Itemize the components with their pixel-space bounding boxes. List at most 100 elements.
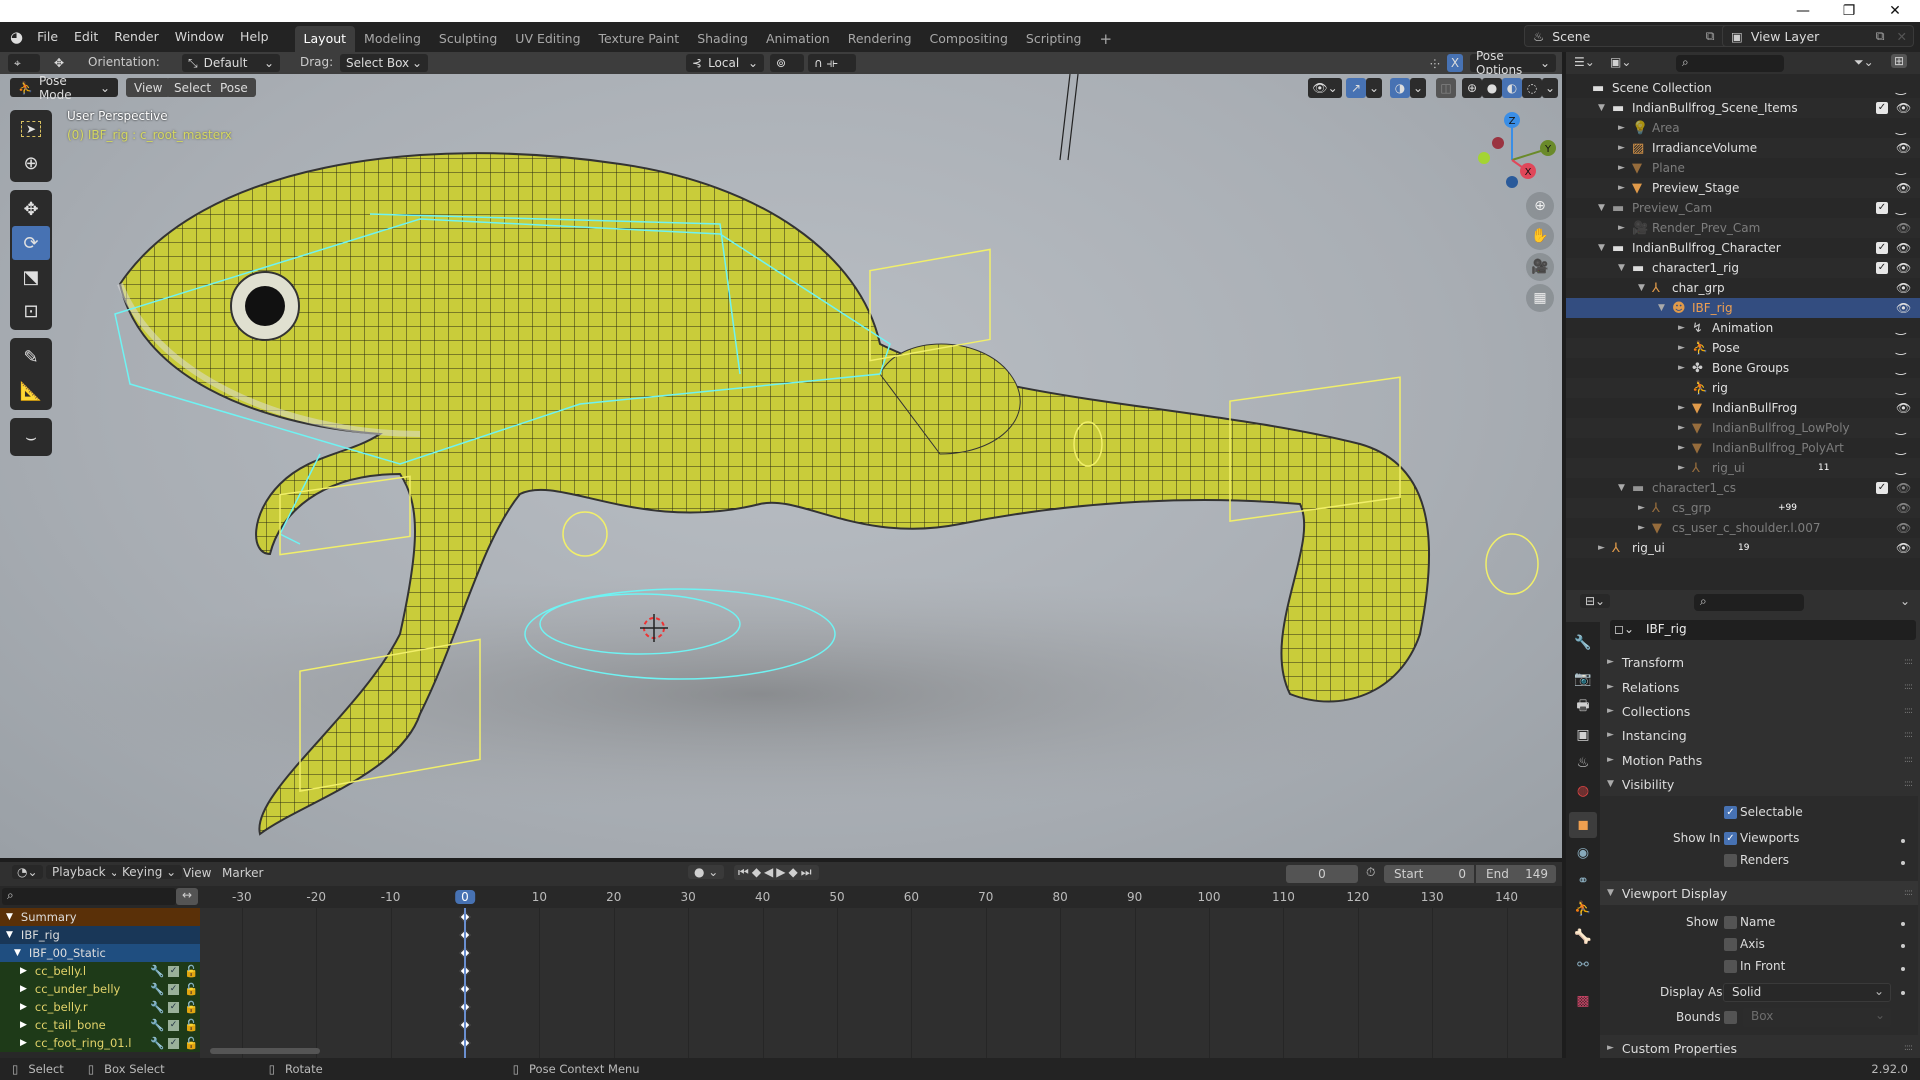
play-reverse-icon[interactable]: ◀ xyxy=(764,865,776,879)
collapse-arrow-icon[interactable]: ▼ xyxy=(1658,303,1665,313)
tool-select-box[interactable]: ➤ xyxy=(12,112,50,146)
animate-property-dot[interactable] xyxy=(1901,861,1905,865)
eye-icon[interactable]: 👁 xyxy=(1896,301,1911,315)
expand-arrow-icon[interactable]: ► xyxy=(1678,443,1685,453)
outliner-row[interactable]: ► ▨ IrradianceVolume 👁 xyxy=(1566,138,1920,158)
collapse-arrow-icon[interactable]: ▼ xyxy=(1598,203,1605,213)
shading-solid[interactable]: ● xyxy=(1482,78,1502,98)
orientation-dropdown[interactable]: ⤡ Default ⌄ xyxy=(182,54,280,72)
animate-property-dot[interactable] xyxy=(1901,991,1905,995)
eye-closed-icon[interactable]: ‿ xyxy=(1896,81,1906,95)
new-view-layer-icon[interactable]: ⧉ xyxy=(1870,28,1891,44)
drag-grip-icon[interactable]: :::: xyxy=(1904,779,1913,789)
timeline-editor-type-icon[interactable]: ◔⌄ xyxy=(12,865,43,879)
eye-icon[interactable]: 👁 xyxy=(1896,541,1911,555)
tab-view-layer[interactable]: ▣ xyxy=(1569,722,1597,748)
panel-transform[interactable]: ► Transform:::: xyxy=(1600,650,1918,674)
animate-property-dot[interactable] xyxy=(1901,967,1905,971)
channel-width-toggle[interactable]: ↔ xyxy=(176,888,198,905)
outliner-row[interactable]: ► ⅄ cs_grp +99 👁 xyxy=(1566,498,1920,518)
channel-row[interactable]: ▶ cc_tail_bone 🔧 ✓ 🔓 xyxy=(0,1016,200,1034)
tab-output[interactable]: 🖶 xyxy=(1569,694,1597,720)
eye-icon[interactable]: 👁 xyxy=(1896,481,1911,495)
ortho-toggle-button[interactable]: ▦ xyxy=(1526,284,1554,312)
eye-icon[interactable]: 👁 xyxy=(1896,141,1911,155)
expand-arrow-icon[interactable]: ▶ xyxy=(20,1002,27,1012)
outliner-row-label[interactable]: Scene Collection xyxy=(1612,81,1712,95)
visibility-selectability-dropdown[interactable]: 👁 ⌄ xyxy=(1308,78,1342,98)
panel-collections[interactable]: ► Collections:::: xyxy=(1600,699,1918,723)
show-name-checkbox[interactable] xyxy=(1724,916,1737,929)
menu-window[interactable]: Window xyxy=(167,22,232,52)
wrench-icon[interactable]: 🔧 xyxy=(150,1018,164,1032)
outliner-row[interactable]: ► ✤ Bone Groups ‿ xyxy=(1566,358,1920,378)
tab-constraints[interactable]: ⚭ xyxy=(1569,868,1597,894)
expand-arrow-icon[interactable]: ► xyxy=(1678,423,1685,433)
collapse-arrow-icon[interactable]: ▼ xyxy=(1618,483,1625,493)
outliner-row[interactable]: ► ▼ cs_user_c_shoulder.l.007 👁 xyxy=(1566,518,1920,538)
outliner-row-label[interactable]: rig_ui xyxy=(1712,461,1745,475)
close-button[interactable]: ✕ xyxy=(1872,0,1918,22)
shading-material[interactable]: ◐ xyxy=(1502,78,1522,98)
expand-arrow-icon[interactable]: ► xyxy=(1618,223,1625,233)
outliner-row-label[interactable]: IndianBullfrog_Character xyxy=(1632,241,1781,255)
add-workspace-button[interactable]: + xyxy=(1091,26,1122,52)
snap-button[interactable]: ∩ ⟛ xyxy=(808,54,856,72)
minimize-button[interactable]: — xyxy=(1780,0,1826,22)
outliner-row-label[interactable]: Preview_Stage xyxy=(1652,181,1739,195)
scene-name[interactable]: Scene xyxy=(1552,29,1699,44)
properties-search-input[interactable]: ⌕ xyxy=(1694,594,1804,611)
panel-viewport-display[interactable]: ▼ Viewport Display:::: xyxy=(1600,881,1918,905)
menu-help[interactable]: Help xyxy=(232,22,277,52)
tab-armature-data[interactable]: ⛹ xyxy=(1569,896,1597,922)
eye-closed-icon[interactable]: ‿ xyxy=(1896,321,1906,335)
timeline-keyframe-area[interactable]: -30 -20 -10 0 10 20 30 40 50 60 70 80 90 100 110 120 130… xyxy=(200,886,1562,1058)
outliner-row[interactable]: ▼ ☻ IBF_rig 👁 xyxy=(1566,298,1920,318)
outliner-row[interactable]: ► ↯ Animation ‿ xyxy=(1566,318,1920,338)
3d-viewport[interactable] xyxy=(0,74,1562,858)
expand-arrow-icon[interactable]: ► xyxy=(1598,543,1605,553)
panel-instancing[interactable]: ► Instancing:::: xyxy=(1600,723,1918,747)
outliner-row[interactable]: ▼ ▬ character1_rig ✓ 👁 xyxy=(1566,258,1920,278)
eye-closed-icon[interactable]: ‿ xyxy=(1896,201,1906,215)
eye-closed-icon[interactable]: ‿ xyxy=(1896,361,1906,375)
playhead-line[interactable] xyxy=(464,908,466,1058)
tool-scale[interactable]: ⬔ xyxy=(12,260,50,294)
jump-end-icon[interactable]: ⏭ xyxy=(801,865,815,879)
current-frame-indicator[interactable]: 0 xyxy=(455,890,475,904)
panel-custom-properties[interactable]: ► Custom Properties:::: xyxy=(1600,1036,1918,1060)
outliner-display-mode-icon[interactable]: ☰⌄ xyxy=(1574,55,1595,69)
outliner-row-label[interactable]: Render_Prev_Cam xyxy=(1652,221,1760,235)
collapse-arrow-icon[interactable]: ▼ xyxy=(1618,263,1625,273)
editor-type-button[interactable]: ⌖ xyxy=(8,54,40,72)
timeline-horizontal-scrollbar[interactable] xyxy=(210,1048,320,1054)
tool-rotate[interactable]: ⟳ xyxy=(12,226,50,260)
menu-marker[interactable]: Marker xyxy=(222,866,263,880)
menu-render[interactable]: Render xyxy=(106,22,167,52)
mirror-x-toggle[interactable]: X xyxy=(1447,54,1463,72)
play-icon[interactable]: ▶ xyxy=(776,865,788,879)
exclude-checkbox[interactable]: ✓ xyxy=(1876,242,1888,254)
outliner-row[interactable]: ▼ ▬ character1_cs ✓ 👁 xyxy=(1566,478,1920,498)
tab-world[interactable]: ◍ xyxy=(1569,778,1597,804)
outliner-row[interactable]: ► ▼ Preview_Stage 👁 xyxy=(1566,178,1920,198)
wrench-icon[interactable]: 🔧 xyxy=(150,964,164,978)
drag-grip-icon[interactable]: :::: xyxy=(1904,730,1913,740)
mode-dropdown[interactable]: ⛹ Pose Mode ⌄ xyxy=(10,74,118,102)
expand-arrow-icon[interactable]: ► xyxy=(1638,503,1645,513)
eye-icon[interactable]: 👁 xyxy=(1896,281,1911,295)
collapse-arrow-icon[interactable]: ▼ xyxy=(14,948,21,958)
outliner-search-input[interactable]: ⌕ xyxy=(1676,55,1784,72)
menu-view[interactable]: View xyxy=(126,78,171,97)
tab-render[interactable]: 📷 xyxy=(1569,666,1597,692)
outliner-row-label[interactable]: character1_rig xyxy=(1652,261,1739,275)
new-scene-icon[interactable]: ⧉ xyxy=(1700,28,1721,44)
channel-row[interactable]: ▶ cc_under_belly 🔧 ✓ 🔓 xyxy=(0,980,200,998)
eye-icon[interactable]: 👁 xyxy=(1896,521,1911,535)
channel-row[interactable]: ▼ IBF_00_Static xyxy=(0,944,200,962)
transform-orientation-gizmo-icon[interactable]: ✥ xyxy=(48,54,74,72)
tab-object[interactable]: ◼ xyxy=(1569,812,1597,838)
panel-relations[interactable]: ► Relations:::: xyxy=(1600,675,1918,699)
blender-logo-icon[interactable]: ◕ xyxy=(10,28,23,46)
delete-view-layer-icon[interactable]: ✕ xyxy=(1891,29,1913,44)
